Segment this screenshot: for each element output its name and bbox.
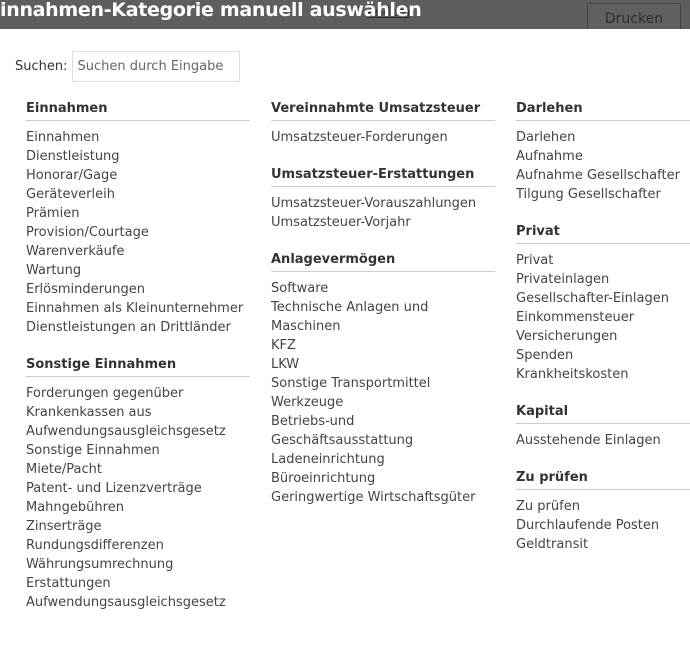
category-item[interactable]: Geringwertige Wirtschaftsgüter [271,488,495,507]
category-item[interactable]: Währungsumrechnung [26,555,250,574]
category-item[interactable]: Rundungsdifferenzen [26,536,250,555]
category-item[interactable]: Erstattungen [26,574,250,593]
category-item[interactable]: Geldtransit [516,535,690,554]
category-column: Einnahmen Einnahmen Dienstleistung Honorar/… [26,100,250,631]
category-item[interactable]: Zinserträge [26,517,250,536]
category-item[interactable]: Umsatzsteuer-Vorauszahlungen [271,194,495,213]
category-item[interactable]: Ausstehende Einlagen [516,431,690,450]
category-item[interactable]: Dienstleistungen an Drittländer [26,318,250,337]
category-item[interactable]: Einnahmen [26,128,250,147]
category-item[interactable]: Prämien [26,204,250,223]
category-item[interactable]: Umsatzsteuer-Vorjahr [271,213,495,232]
search-label: Suchen: [15,59,68,74]
group-heading: Sonstige Einnahmen [26,356,250,377]
category-item[interactable]: Aufwendungsausgleichsgesetz [26,422,250,441]
category-item[interactable]: Werkzeuge [271,393,495,412]
category-item[interactable]: Betriebs-und [271,412,495,431]
category-item[interactable]: KFZ [271,336,495,355]
category-item[interactable]: Software [271,279,495,298]
category-item[interactable]: Einnahmen als Kleinunternehmer [26,299,250,318]
category-group: Sonstige Einnahmen Forderungen gegenüber K… [26,356,250,612]
category-item[interactable]: Einkommensteuer [516,308,690,327]
category-item[interactable]: Umsatzsteuer-Forderungen [271,128,495,147]
search-input[interactable] [71,51,240,82]
category-item[interactable]: Maschinen [271,317,495,336]
category-item[interactable]: Krankheitskosten [516,365,690,384]
category-item[interactable]: Aufnahme Gesellschafter [516,166,690,185]
category-item[interactable]: Durchlaufende Posten [516,516,690,535]
category-item[interactable]: Miete/Pacht [26,460,250,479]
category-item[interactable]: Zu prüfen [516,497,690,516]
category-item[interactable]: Spenden [516,346,690,365]
category-group: Darlehen Darlehen Aufnahme Aufnahme Gesells… [516,100,690,204]
category-group: Privat Privat Privateinlagen Gesellschafter… [516,223,690,384]
category-item[interactable]: Aufwendungsausgleichsgesetz [26,593,250,612]
category-item[interactable]: Aufnahme [516,147,690,166]
category-item[interactable]: Privateinlagen [516,270,690,289]
category-item[interactable]: Wartung [26,261,250,280]
category-item[interactable]: Büroeinrichtung [271,469,495,488]
category-column: Darlehen Darlehen Aufnahme Aufnahme Gesells… [516,100,690,573]
category-group: Zu prüfen Zu prüfen Durchlaufende Posten Ge… [516,469,690,554]
category-column: Vereinnahmte Umsatzsteuer Umsatzsteuer-Fo… [271,100,495,526]
category-item[interactable]: Sonstige Einnahmen [26,441,250,460]
group-heading: Kapital [516,403,690,424]
category-item[interactable]: Forderungen gegenüber [26,384,250,403]
modal-header: Ändern Drucken innahmen-Kategorie manuel… [0,0,690,29]
modal-title: innahmen-Kategorie manuell auswählen [0,0,422,21]
category-item[interactable]: LKW [271,355,495,374]
group-heading: Anlagevermögen [271,251,495,272]
category-item[interactable]: Mahngebühren [26,498,250,517]
group-heading: Einnahmen [26,100,250,121]
category-item[interactable]: Dienstleistung [26,147,250,166]
group-heading: Privat [516,223,690,244]
category-item[interactable]: Technische Anlagen und [271,298,495,317]
category-group: Kapital Ausstehende Einlagen [516,403,690,450]
category-item[interactable]: Geschäftsausstattung [271,431,495,450]
category-item[interactable]: Sonstige Transportmittel [271,374,495,393]
category-item[interactable]: Versicherungen [516,327,690,346]
category-item[interactable]: Privat [516,251,690,270]
category-group: Umsatzsteuer-Erstattungen Umsatzsteuer-Vo… [271,166,495,232]
category-item[interactable]: Gesellschafter-Einlagen [516,289,690,308]
category-item[interactable]: Patent- und Lizenzverträge [26,479,250,498]
search-bar: Suchen: [15,51,240,82]
category-item[interactable]: Geräteverleih [26,185,250,204]
group-heading: Darlehen [516,100,690,121]
category-item[interactable]: Krankenkassen aus [26,403,250,422]
group-heading: Vereinnahmte Umsatzsteuer [271,100,495,121]
category-item[interactable]: Erlösminderungen [26,280,250,299]
category-item[interactable]: Honorar/Gage [26,166,250,185]
category-item[interactable]: Ladeneinrichtung [271,450,495,469]
drucken-button[interactable]: Drucken [587,3,681,29]
group-heading: Umsatzsteuer-Erstattungen [271,166,495,187]
group-heading: Zu prüfen [516,469,690,490]
category-item[interactable]: Warenverkäufe [26,242,250,261]
category-group: Anlagevermögen Software Technische Anlagen… [271,251,495,507]
category-group: Vereinnahmte Umsatzsteuer Umsatzsteuer-Fo… [271,100,495,147]
category-group: Einnahmen Einnahmen Dienstleistung Honorar/… [26,100,250,337]
category-item[interactable]: Tilgung Gesellschafter [516,185,690,204]
category-item[interactable]: Darlehen [516,128,690,147]
category-item[interactable]: Provision/Courtage [26,223,250,242]
